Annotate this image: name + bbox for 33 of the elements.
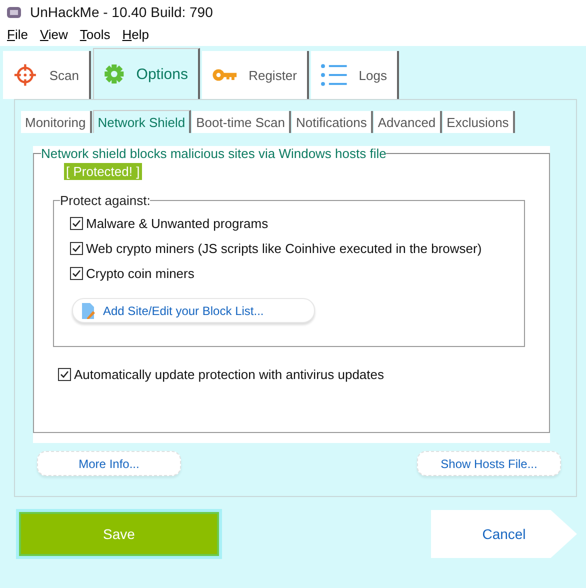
more-info-button[interactable]: More Info... — [37, 451, 181, 476]
checkbox[interactable] — [70, 217, 83, 230]
show-hosts-button[interactable]: Show Hosts File... — [417, 451, 561, 476]
checkbox-label[interactable]: Automatically update protection with antivirus updates — [74, 367, 384, 382]
group-title: Network shield blocks malicious sites via Windows hosts file — [41, 146, 386, 161]
checkbox[interactable] — [70, 267, 83, 280]
menu-item[interactable]: Tools — [74, 26, 116, 42]
status-badge: [ Protected! ] — [64, 163, 142, 180]
main-tab[interactable]: Scan — [3, 51, 91, 99]
sub-tab[interactable]: Boot-time Scan — [192, 111, 292, 133]
checkbox[interactable] — [70, 242, 83, 255]
group-title: Protect against: — [60, 193, 150, 208]
sub-tab[interactable]: Notifications — [292, 111, 373, 133]
checkbox[interactable] — [58, 368, 71, 381]
cancel-button[interactable]: Cancel — [431, 510, 577, 558]
main-tab[interactable]: Register — [202, 51, 309, 99]
window-title: UnHackMe - 10.40 Build: 790 — [30, 4, 213, 20]
list-icon — [321, 63, 347, 87]
sub-tab[interactable]: Monitoring — [21, 111, 92, 133]
document-icon — [81, 302, 95, 318]
sub-tab[interactable]: Network Shield — [92, 110, 192, 133]
main-tab[interactable]: Logs — [311, 51, 399, 99]
menu-item[interactable]: File — [1, 26, 34, 42]
main-tab[interactable]: Options — [93, 48, 200, 99]
sub-tab[interactable]: Advanced — [374, 111, 442, 133]
menu-item[interactable]: View — [34, 26, 74, 42]
menu-item[interactable]: Help — [116, 26, 156, 42]
checkbox-label[interactable]: Malware & Unwanted programs — [86, 216, 268, 231]
app-icon — [6, 5, 22, 19]
checkbox-label[interactable]: Crypto coin miners — [86, 266, 194, 281]
edit-block-list-button[interactable]: Add Site/Edit your Block List... — [72, 298, 315, 323]
checkbox-label[interactable]: Web crypto miners (JS scripts like Coinhive executed in the browser) — [86, 241, 482, 256]
sub-tab[interactable]: Exclusions — [442, 111, 515, 133]
